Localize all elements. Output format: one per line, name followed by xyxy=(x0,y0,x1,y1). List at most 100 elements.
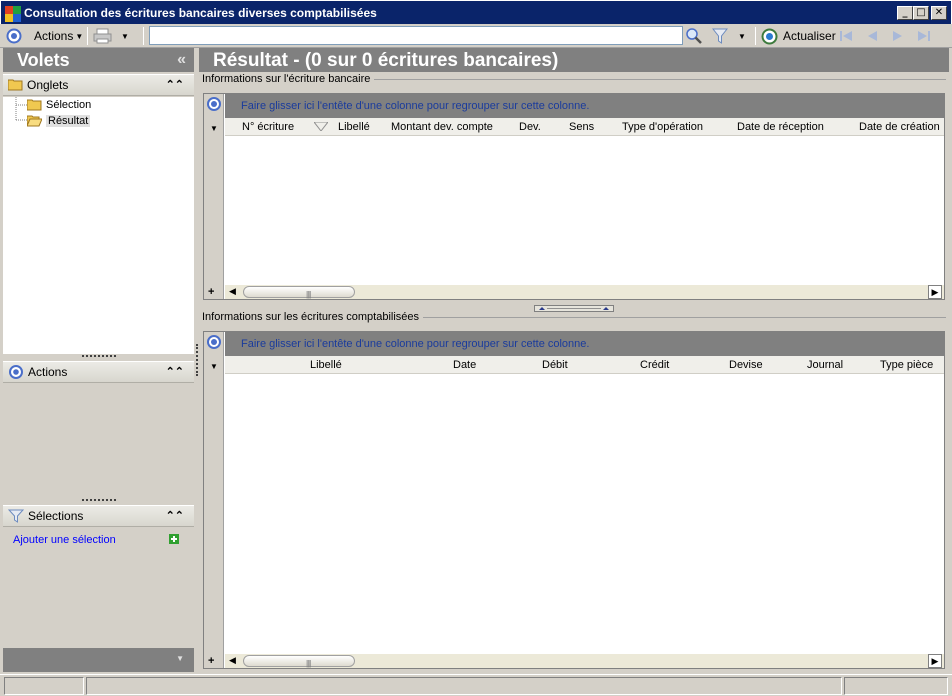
print-button[interactable]: ▼ xyxy=(93,27,129,45)
column-header[interactable]: Libellé xyxy=(338,121,370,133)
scroll-thumb[interactable]: |||| xyxy=(243,286,355,299)
group-by-hint: Faire glisser ici l'entête d'une colonne… xyxy=(241,100,590,112)
refresh-button[interactable]: Actualiser xyxy=(761,27,836,45)
right-panel: Résultat - (0 sur 0 écritures bancaires)… xyxy=(199,48,949,672)
horizontal-scrollbar[interactable]: ◀ |||| ▶ xyxy=(225,285,944,299)
left-panel: Volets « Onglets ⌃⌃ Sélection Résultat A… xyxy=(3,48,194,672)
app-icon xyxy=(5,6,21,22)
scroll-right-icon[interactable]: ▶ xyxy=(928,285,942,299)
selections-section-label: Sélections xyxy=(28,509,84,523)
refresh-icon xyxy=(761,28,778,44)
column-header[interactable]: Dev. xyxy=(519,121,541,133)
options-button[interactable] xyxy=(6,27,22,45)
minimize-icon: _ xyxy=(902,7,908,18)
status-cell xyxy=(86,677,842,695)
add-icon[interactable] xyxy=(169,534,179,544)
column-header[interactable]: Libellé xyxy=(310,359,342,371)
next-record-button[interactable] xyxy=(890,27,906,45)
scroll-right-icon[interactable]: ▶ xyxy=(928,654,942,668)
panel-splitter[interactable] xyxy=(82,355,116,358)
maximize-button[interactable]: □ xyxy=(913,6,929,20)
chevron-down-icon[interactable]: ▼ xyxy=(210,362,218,371)
column-header[interactable]: Type pièce xyxy=(880,359,933,371)
close-icon: ✕ xyxy=(934,7,944,18)
expand-icon[interactable]: + xyxy=(208,286,214,298)
column-header-row: Libellé Date Débit Crédit Devise Journal… xyxy=(225,356,944,374)
onglets-label: Onglets xyxy=(27,78,69,92)
toolbar-separator xyxy=(87,27,88,45)
grid-options-icon[interactable] xyxy=(207,335,221,349)
column-header[interactable]: Date de réception xyxy=(737,121,824,133)
grip-icon: |||| xyxy=(306,290,311,299)
tree-item-resultat[interactable]: Résultat xyxy=(27,113,91,129)
folder-icon xyxy=(8,79,23,91)
column-header[interactable]: N° écriture xyxy=(242,121,294,133)
grid-options-icon[interactable] xyxy=(207,97,221,111)
horizontal-scrollbar[interactable]: ◀ |||| ▶ xyxy=(225,654,944,668)
toolbar-separator xyxy=(755,27,756,45)
first-record-button[interactable] xyxy=(838,27,854,45)
options-icon xyxy=(6,28,22,44)
bottom-section-title: Informations sur les écritures comptabil… xyxy=(202,311,424,323)
selections-section-header[interactable]: Sélections ⌃⌃ xyxy=(3,505,194,527)
grip-icon: |||| xyxy=(306,659,311,668)
column-header[interactable]: Type d'opération xyxy=(622,121,703,133)
group-by-panel[interactable]: Faire glisser ici l'entête d'une colonne… xyxy=(225,332,944,356)
open-folder-icon xyxy=(27,115,42,127)
tree-item-label: Résultat xyxy=(46,115,91,127)
grid-splitter[interactable] xyxy=(534,305,614,312)
first-page-icon xyxy=(840,31,852,41)
printer-icon xyxy=(93,28,112,44)
filter-button[interactable]: ▼ xyxy=(712,27,746,45)
close-button[interactable]: ✕ xyxy=(931,6,947,20)
onglets-section-header[interactable]: Onglets ⌃⌃ xyxy=(3,74,194,96)
scroll-thumb[interactable]: |||| xyxy=(243,655,355,668)
chevron-down-icon[interactable]: ▼ xyxy=(210,124,218,133)
actions-section-header[interactable]: Actions ⌃⌃ xyxy=(3,361,194,383)
folder-icon xyxy=(27,99,42,111)
column-header-row: N° écriture Libellé Montant dev. compte … xyxy=(225,118,944,136)
status-cell xyxy=(844,677,948,695)
search-button[interactable] xyxy=(685,27,703,45)
column-header[interactable]: Débit xyxy=(542,359,568,371)
column-header[interactable]: Date de création xyxy=(859,121,940,133)
column-header[interactable]: Date xyxy=(453,359,476,371)
chevron-down-icon: ▼ xyxy=(738,31,746,41)
result-header: Résultat - (0 sur 0 écritures bancaires) xyxy=(199,48,949,72)
search-input[interactable] xyxy=(149,26,683,45)
column-header[interactable]: Sens xyxy=(569,121,594,133)
tree-item-selection[interactable]: Sélection xyxy=(27,97,91,113)
sort-indicator-icon xyxy=(314,122,328,131)
window-title: Consultation des écritures bancaires div… xyxy=(24,6,377,20)
last-record-button[interactable] xyxy=(916,27,932,45)
collapse-panel-button[interactable]: « xyxy=(177,48,186,72)
column-header[interactable]: Journal xyxy=(807,359,843,371)
panel-splitter[interactable] xyxy=(82,499,116,502)
scroll-left-icon[interactable]: ◀ xyxy=(229,655,236,666)
chevron-down-icon[interactable]: ▼ xyxy=(176,654,184,663)
column-header[interactable]: Devise xyxy=(729,359,763,371)
next-icon xyxy=(893,31,902,41)
actions-menu-button[interactable]: Actions ▼ xyxy=(34,27,83,45)
tree-lines xyxy=(15,97,27,121)
bank-entry-grid: ▼ + Faire glisser ici l'entête d'une col… xyxy=(203,93,945,300)
column-header[interactable]: Crédit xyxy=(640,359,669,371)
scroll-left-icon[interactable]: ◀ xyxy=(229,286,236,297)
top-section-title: Informations sur l'écriture bancaire xyxy=(202,73,375,85)
column-header[interactable]: Montant dev. compte xyxy=(391,121,493,133)
expand-icon[interactable]: + xyxy=(208,655,214,667)
group-by-panel[interactable]: Faire glisser ici l'entête d'une colonne… xyxy=(225,94,944,118)
status-cell xyxy=(4,677,84,695)
panel-footer: ▼ xyxy=(3,648,194,672)
accounting-entries-grid: ▼ + Faire glisser ici l'entête d'une col… xyxy=(203,331,945,669)
last-page-icon xyxy=(918,31,930,41)
volets-title: Volets xyxy=(17,50,70,70)
collapse-section-icon[interactable]: ⌃⌃ xyxy=(166,365,184,378)
collapse-section-icon[interactable]: ⌃⌃ xyxy=(166,509,184,522)
add-selection-link[interactable]: Ajouter une sélection xyxy=(13,534,116,546)
chevron-down-icon: ▼ xyxy=(121,31,129,41)
minimize-button[interactable]: _ xyxy=(897,6,913,20)
vertical-splitter[interactable] xyxy=(196,344,198,376)
collapse-section-icon[interactable]: ⌃⌃ xyxy=(166,78,184,91)
previous-record-button[interactable] xyxy=(864,27,880,45)
